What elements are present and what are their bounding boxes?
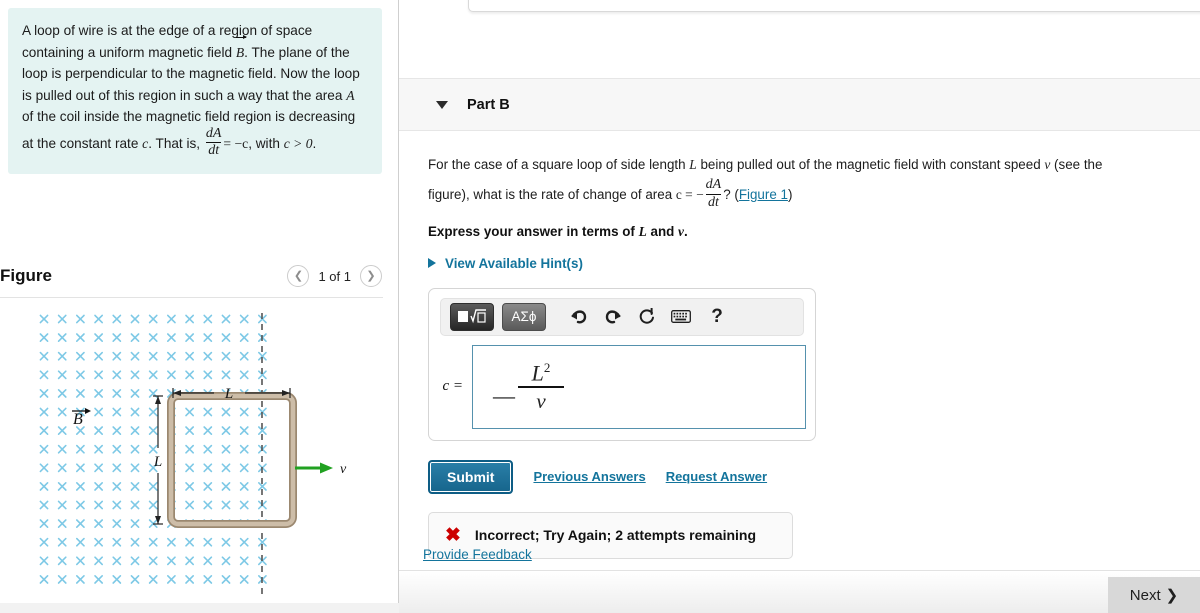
expression-minus-sign: — — [493, 382, 515, 408]
answer-entry-widget: ΑΣϕ ? c = — L2 v — [428, 287, 816, 441]
velocity-arrow — [295, 462, 333, 474]
question-seg-b: being pulled out of the magnetic field w… — [696, 157, 1045, 172]
express-answer-instruction: Express your answer in terms of L and v. — [428, 224, 1200, 240]
greek-symbols-button[interactable]: ΑΣϕ — [502, 302, 546, 331]
condition-c-positive: c > 0 — [283, 135, 313, 151]
question-seg-f: ) — [787, 186, 793, 202]
statement-line-5: of the coil inside the magnetic field re… — [22, 109, 356, 124]
expression-fraction: L2 v — [518, 359, 564, 413]
undo-icon[interactable] — [566, 304, 592, 330]
previous-answers-link[interactable]: Previous Answers — [533, 469, 645, 484]
triangle-down-icon[interactable] — [436, 100, 448, 109]
chevron-right-icon: ❯ — [1165, 587, 1179, 604]
numerator-exponent: 2 — [543, 359, 551, 375]
statement-line-4a: is pulled out of this region in such a w… — [22, 87, 347, 103]
statement-line-3: loop is perpendicular to the magnetic fi… — [22, 66, 360, 81]
express-symbol-L: L — [638, 223, 647, 239]
symbol-L: L — [689, 157, 697, 172]
previous-hint-card: magnetic field through the loop (about w… — [468, 0, 1200, 12]
left-panel: A loop of wire is at the edge of a regio… — [0, 0, 399, 613]
chevron-right-icon[interactable]: ❯ — [360, 265, 382, 287]
help-icon[interactable]: ? — [704, 304, 730, 330]
left-panel-bottom-strip — [0, 603, 399, 613]
statement-line-1: A loop of wire is at the edge of a regio… — [22, 23, 313, 38]
figure-counter: 1 of 1 — [318, 268, 351, 284]
label-B-vector: B — [72, 408, 91, 428]
part-b-label: Part B — [467, 96, 510, 113]
figure-1-link[interactable]: Figure 1 — [739, 187, 788, 202]
statement-line-6a: at the constant rate — [22, 135, 143, 151]
express-seg-a: Express your answer in terms of — [428, 223, 639, 239]
answer-input-row: c = — L2 v — [438, 344, 806, 429]
derivative-denominator: dt — [208, 143, 220, 159]
right-panel: magnetic field through the loop (about w… — [399, 0, 1200, 613]
chevron-left-icon[interactable]: ❮ — [287, 265, 310, 287]
figure-header: Figure ❮ 1 of 1 ❯ — [0, 265, 398, 287]
equation-editor-toolbar: ΑΣϕ ? — [440, 297, 804, 336]
derivative-numerator: dA — [705, 177, 722, 192]
derivative-dA-dt: dA dt — [205, 125, 222, 160]
part-b-body: For the case of a square loop of side le… — [399, 131, 1200, 559]
reset-icon[interactable] — [634, 304, 660, 330]
triangle-right-icon[interactable] — [428, 258, 436, 269]
expression-denominator: v — [536, 388, 546, 413]
answer-actions-row: Submit Previous Answers Request Answer — [428, 459, 1200, 494]
answer-prefix-label: c = — [442, 378, 463, 395]
statement-line-6d: . — [312, 135, 317, 151]
request-answer-link[interactable]: Request Answer — [666, 469, 767, 484]
question-seg-d: figure), what is the rate of change of a… — [428, 186, 676, 202]
question-seg-a: For the case of a square loop of side le… — [428, 157, 690, 172]
question-seg-e: ? ( — [723, 186, 739, 202]
feedback-message: Incorrect; Try Again; 2 attempts remaini… — [474, 527, 757, 544]
statement-line-6b: . That is, — [148, 135, 204, 151]
view-hints-label: View Available Hint(s) — [445, 255, 583, 271]
derivative-dA-dt-question: dA dt — [705, 177, 722, 211]
statement-line-6c: , with — [248, 135, 284, 151]
redo-icon[interactable] — [600, 304, 626, 330]
express-seg-b: and — [646, 223, 679, 239]
question-seg-c: (see the — [1050, 157, 1103, 172]
figure-divider — [0, 297, 383, 298]
statement-line-2b: . The plane of the — [244, 44, 350, 60]
symbol-B: B — [235, 34, 248, 64]
answer-input-field[interactable]: — L2 v — [472, 344, 806, 429]
svg-text:B: B — [73, 411, 83, 428]
content-scroll-area[interactable]: magnetic field through the loop (about w… — [399, 0, 1200, 570]
express-seg-c: . — [684, 223, 688, 239]
statement-line-2a: containing a uniform magnetic field — [22, 44, 236, 60]
submit-button[interactable]: Submit — [428, 459, 514, 494]
symbol-A: A — [346, 87, 355, 103]
derivative-denominator: dt — [707, 194, 719, 210]
figure-title: Figure — [0, 266, 52, 285]
part-b-header[interactable]: Part B — [399, 78, 1200, 131]
label-L-horizontal: L — [224, 386, 233, 402]
physics-figure: L L B v — [39, 313, 347, 595]
figure-navigation: ❮ 1 of 1 ❯ — [287, 265, 382, 287]
page-root: A loop of wire is at the edge of a regio… — [0, 0, 1200, 613]
footer-bar — [399, 570, 1200, 613]
provide-feedback-link[interactable]: Provide Feedback — [423, 547, 532, 562]
expression-numerator: L2 — [526, 359, 557, 385]
view-hints-toggle[interactable]: View Available Hint(s) — [428, 256, 1200, 271]
next-button-label: Next — [1129, 586, 1161, 604]
keyboard-icon[interactable] — [668, 304, 694, 330]
problem-statement-box: A loop of wire is at the edge of a regio… — [8, 8, 382, 175]
math-template-button[interactable] — [450, 302, 494, 331]
label-L-vertical: L — [153, 454, 162, 470]
answer-expression: — L2 v — [493, 359, 564, 413]
question-prompt: For the case of a square loop of side le… — [428, 151, 1143, 212]
equation-rhs: = −c — [223, 135, 249, 151]
numerator-base: L — [531, 359, 544, 385]
magnetic-field-grid — [39, 314, 267, 584]
next-button[interactable]: Next ❯ — [1108, 577, 1200, 613]
expression-fraction-bar — [518, 386, 564, 388]
equation-c-equals: c = − — [675, 186, 704, 202]
label-v: v — [340, 462, 347, 477]
derivative-numerator: dA — [205, 125, 222, 141]
problem-statement-text: A loop of wire is at the edge of a regio… — [22, 20, 368, 160]
x-mark-icon: ✖ — [445, 524, 461, 546]
sqrt-template-icon — [458, 309, 486, 324]
